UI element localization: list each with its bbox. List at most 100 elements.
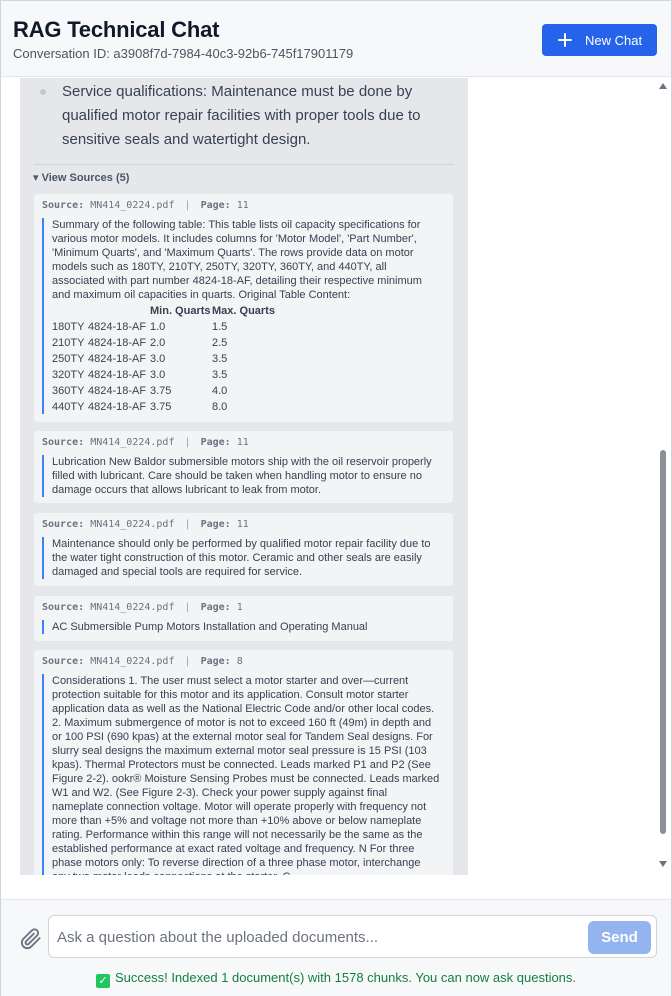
table-row: 180TY 4824-18-AF 1.0 1.5 — [52, 319, 282, 335]
table-cell: 3.5 — [212, 369, 228, 381]
scrollbar[interactable] — [656, 78, 671, 875]
source-label: Source: — [42, 437, 85, 448]
question-input[interactable] — [57, 926, 577, 948]
page-label: Page: — [200, 656, 231, 667]
table-row: 250TY 4824-18-AF 3.0 3.5 — [52, 351, 282, 367]
table-header — [52, 303, 88, 319]
source-text: AC Submersible Pump Motors Installation … — [42, 620, 440, 634]
paperclip-icon[interactable] — [20, 928, 42, 950]
table-header — [88, 303, 150, 319]
table-cell: 1.5 — [212, 321, 228, 333]
table-cell: 3.0 — [150, 353, 166, 365]
source-text: Summary of the following table: This tab… — [42, 218, 440, 414]
meta-separator: | — [184, 437, 191, 448]
check-icon: ✓ — [95, 974, 110, 988]
source-text: Considerations 1. The user must select a… — [42, 674, 440, 875]
chat-scroll-area[interactable]: Service qualifications: Maintenance must… — [1, 78, 671, 875]
source-card: Source: MN414_0224.pdf | Page: 1 AC Subm… — [34, 596, 453, 641]
status-text: Success! Indexed 1 document(s) with 1578… — [114, 970, 577, 985]
source-card: Source: MN414_0224.pdf | Page: 11 Lubric… — [34, 431, 453, 503]
source-label: Source: — [42, 519, 85, 530]
page-label: Page: — [200, 519, 231, 530]
table-cell: 4824-18-AF — [88, 385, 147, 397]
source-file: MN414_0224.pdf — [90, 656, 175, 667]
table-cell: 4824-18-AF — [88, 321, 147, 333]
table-row: 320TY 4824-18-AF 3.0 3.5 — [52, 367, 282, 383]
table-cell: 250TY — [52, 353, 85, 365]
table-row: 210TY 4824-18-AF 2.0 2.5 — [52, 335, 282, 351]
page-label: Page: — [200, 200, 231, 211]
table-cell: 360TY — [52, 385, 85, 397]
divider — [34, 164, 454, 165]
table-row: 440TY 4824-18-AF 3.75 8.0 — [52, 399, 282, 414]
scrollbar-thumb[interactable] — [660, 450, 666, 834]
send-button[interactable]: Send — [588, 921, 651, 954]
table-cell: 4824-18-AF — [88, 353, 147, 365]
table-header-row: Min. Quarts Max. Quarts — [52, 303, 282, 319]
source-meta: Source: MN414_0224.pdf | Page: 11 — [42, 200, 249, 211]
source-label: Source: — [42, 200, 85, 211]
assistant-message: Service qualifications: Maintenance must… — [20, 78, 468, 875]
table-cell: 440TY — [52, 401, 85, 413]
table-header: Max. Quarts — [212, 305, 275, 317]
table-cell: 3.0 — [150, 369, 166, 381]
view-sources-toggle[interactable]: ▾ View Sources (5) — [33, 171, 129, 184]
source-card: Source: MN414_0224.pdf | Page: 8 Conside… — [34, 650, 453, 875]
page-label: Page: — [200, 437, 231, 448]
new-chat-button[interactable]: New Chat — [542, 24, 657, 56]
meta-separator: | — [184, 519, 191, 530]
table-cell: 4824-18-AF — [88, 401, 147, 413]
scroll-up-icon[interactable] — [659, 83, 667, 89]
source-page: 11 — [236, 519, 249, 530]
plus-icon — [557, 32, 573, 48]
bullet-icon — [40, 89, 46, 95]
table-header: Min. Quarts — [150, 305, 211, 317]
source-text: Lubrication New Baldor submersible motor… — [42, 455, 440, 497]
scroll-down-icon[interactable] — [659, 861, 667, 867]
source-file: MN414_0224.pdf — [90, 437, 175, 448]
source-page: 8 — [236, 656, 243, 667]
meta-separator: | — [184, 656, 191, 667]
table-cell: 210TY — [52, 337, 85, 349]
source-meta: Source: MN414_0224.pdf | Page: 1 — [42, 602, 243, 613]
conversation-id: Conversation ID: a3908f7d-7984-40c3-92b6… — [13, 46, 354, 61]
table-row: 360TY 4824-18-AF 3.75 4.0 — [52, 383, 282, 399]
source-text: Maintenance should only be performed by … — [42, 537, 440, 579]
source-card: Source: MN414_0224.pdf | Page: 11 Summar… — [34, 194, 453, 422]
header: RAG Technical Chat Conversation ID: a390… — [1, 1, 671, 77]
source-meta: Source: MN414_0224.pdf | Page: 11 — [42, 519, 249, 530]
table-cell: 8.0 — [212, 401, 228, 413]
table-cell: 180TY — [52, 321, 85, 333]
source-file: MN414_0224.pdf — [90, 519, 175, 530]
table-cell: 3.75 — [150, 401, 172, 413]
source-excerpt: Summary of the following table: This tab… — [52, 219, 422, 301]
table-cell: 4.0 — [212, 385, 228, 397]
source-page: 11 — [236, 200, 249, 211]
source-page: 1 — [236, 602, 243, 613]
source-page: 11 — [236, 437, 249, 448]
table-cell: 320TY — [52, 369, 85, 381]
meta-separator: | — [184, 200, 191, 211]
source-file: MN414_0224.pdf — [90, 602, 175, 613]
question-input-box: Send — [48, 915, 657, 958]
table-cell: 2.5 — [212, 337, 228, 349]
table-cell: 3.75 — [150, 385, 172, 397]
table-cell: 4824-18-AF — [88, 337, 147, 349]
app-title: RAG Technical Chat — [13, 17, 220, 42]
list-item: Service qualifications: Maintenance must… — [40, 80, 460, 152]
source-label: Source: — [42, 656, 85, 667]
bullet-text: Service qualifications: Maintenance must… — [62, 83, 421, 148]
table-cell: 4824-18-AF — [88, 369, 147, 381]
source-label: Source: — [42, 602, 85, 613]
status-message: ✓ Success! Indexed 1 document(s) with 157… — [1, 970, 671, 988]
source-meta: Source: MN414_0224.pdf | Page: 8 — [42, 656, 243, 667]
new-chat-label: New Chat — [585, 32, 643, 48]
oil-capacity-table: Min. Quarts Max. Quarts 180TY 4824-18-AF… — [52, 303, 282, 414]
page-label: Page: — [200, 602, 231, 613]
table-cell: 1.0 — [150, 321, 166, 333]
table-cell: 3.5 — [212, 353, 228, 365]
source-meta: Source: MN414_0224.pdf | Page: 11 — [42, 437, 249, 448]
table-cell: 2.0 — [150, 337, 166, 349]
app-window: RAG Technical Chat Conversation ID: a390… — [0, 0, 672, 996]
meta-separator: | — [184, 602, 191, 613]
